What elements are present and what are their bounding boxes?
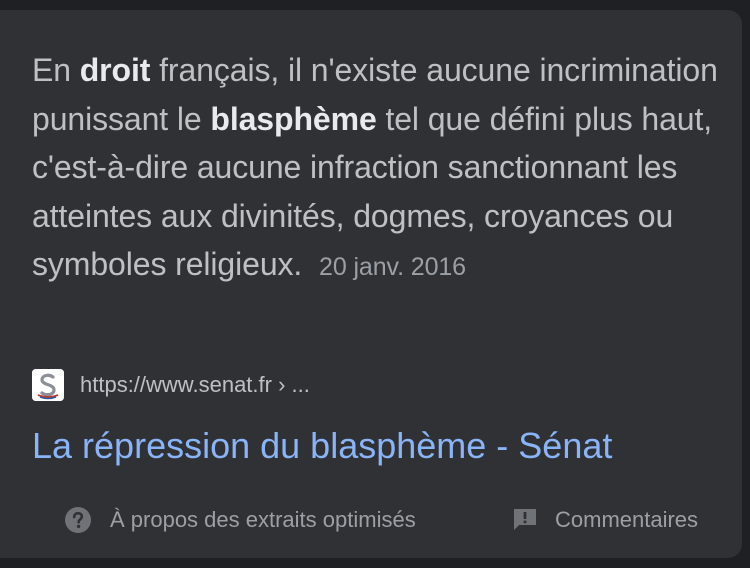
source-url[interactable]: https://www.senat.fr › ...: [80, 372, 310, 398]
feedback-label: Commentaires: [555, 507, 699, 532]
result-title-link[interactable]: La répression du blasphème - Sénat: [32, 422, 612, 470]
snippet-date: 20 janv. 2016: [319, 253, 466, 281]
snippet-bold-keyword: droit: [79, 52, 151, 88]
about-featured-snippets-label: À propos des extraits optimisés: [110, 507, 416, 532]
feedback-button[interactable]: Commentaires: [511, 504, 698, 536]
snippet-text: En droit français, il n'existe aucune in…: [32, 46, 722, 292]
about-featured-snippets-button[interactable]: À propos des extraits optimisés: [64, 504, 416, 536]
senat-logo-icon: [32, 369, 64, 401]
snippet-text-part: En: [32, 52, 80, 88]
source-line[interactable]: https://www.senat.fr › ...: [32, 368, 310, 402]
question-circle-icon: [64, 506, 92, 534]
feedback-icon: [511, 506, 539, 534]
featured-snippet-card: En droit français, il n'existe aucune in…: [0, 10, 742, 558]
snippet-bold-keyword: blasphème: [210, 100, 377, 137]
